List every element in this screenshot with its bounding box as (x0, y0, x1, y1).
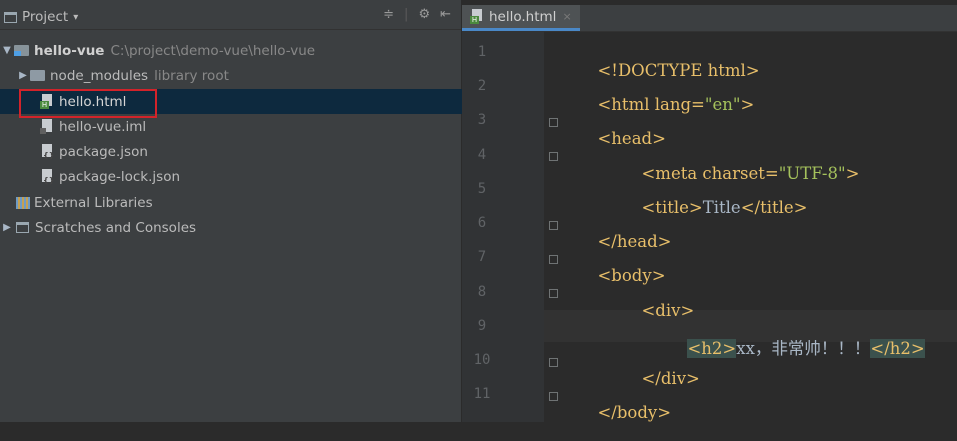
tree-item-label: package-lock.json (59, 168, 181, 185)
tree-item-hello-vue-iml[interactable]: hello-vue.iml (0, 114, 501, 139)
tree-item-hello-vue[interactable]: ▼ hello-vue C:\project\demo-vue\hello-vu… (0, 38, 461, 63)
project-title: Project (22, 9, 69, 25)
tree-item-package-json[interactable]: package.json (0, 139, 501, 164)
tree-item-external-libraries[interactable]: External Libraries (0, 190, 477, 215)
tree-item-hint: library root (154, 67, 229, 84)
json-file-icon (40, 169, 54, 185)
fold-marker-icon[interactable] (549, 289, 558, 298)
line-number: 3 (477, 112, 487, 128)
tree-item-node-modules[interactable]: ▶ node_modules library root (0, 63, 477, 88)
expand-arrow-icon[interactable]: ▶ (0, 222, 14, 233)
fold-marker-icon[interactable] (549, 221, 558, 230)
tree-item-label: hello-vue.iml (59, 118, 147, 135)
html-file-icon (470, 9, 484, 24)
line-number: 4 (477, 147, 487, 163)
line-number: 2 (477, 78, 487, 94)
tab-hello-html[interactable]: hello.html × (462, 5, 580, 31)
tree-item-label: hello-vue (34, 42, 105, 59)
json-file-icon (40, 144, 54, 160)
project-view-selector[interactable]: Project ▾ (4, 9, 78, 25)
code-line: </body> (597, 403, 672, 422)
project-toolbar: ≑ | ⚙ ⇤ (383, 7, 451, 22)
fold-marker-icon[interactable] (549, 118, 558, 127)
line-number: 6 (477, 215, 487, 231)
editor-gutter: 1 2 3 4 5 6 7 8 9 10 11 (462, 31, 558, 422)
fold-marker-icon[interactable] (549, 358, 558, 367)
line-number: 9 (477, 318, 487, 334)
libraries-icon (16, 196, 30, 209)
tree-item-label: Scratches and Consoles (35, 219, 197, 236)
folder-icon (30, 70, 45, 81)
scratches-icon (16, 222, 29, 233)
expand-arrow-icon[interactable]: ▼ (0, 45, 14, 56)
gear-icon[interactable]: ⚙ (418, 7, 430, 22)
line-number: 10 (473, 352, 491, 368)
toolbar-divider: | (404, 7, 409, 22)
line-number: 5 (477, 181, 487, 197)
editor-tab-bar: hello.html × (462, 5, 957, 32)
module-folder-icon (14, 45, 29, 56)
close-icon[interactable]: × (562, 10, 571, 23)
tree-item-label: External Libraries (34, 194, 153, 211)
line-number: 11 (473, 386, 491, 402)
chevron-down-icon: ▾ (73, 11, 79, 23)
editor-panel: hello.html × 1 2 3 4 5 6 7 8 9 10 11 <!D… (462, 0, 957, 422)
project-panel-header: Project ▾ ≑ | ⚙ ⇤ (0, 5, 461, 30)
line-number: 7 (477, 249, 487, 265)
project-panel: Project ▾ ≑ | ⚙ ⇤ ▼ hello-vue C:\project… (0, 0, 501, 422)
expand-arrow-icon[interactable]: ▶ (16, 70, 30, 81)
tree-item-path: C:\project\demo-vue\hello-vue (110, 42, 316, 59)
tree-item-label: node_modules (50, 67, 149, 84)
tree-item-label: package.json (59, 143, 148, 160)
tree-item-scratches[interactable]: ▶ Scratches and Consoles (0, 215, 461, 240)
tree-item-package-lock-json[interactable]: package-lock.json (0, 164, 501, 189)
line-number: 8 (477, 284, 487, 300)
fold-marker-icon[interactable] (549, 392, 558, 401)
hide-panel-icon[interactable]: ⇤ (440, 7, 451, 22)
iml-file-icon (40, 119, 54, 134)
fold-marker-icon[interactable] (549, 152, 558, 161)
fold-marker-icon[interactable] (549, 255, 558, 264)
tab-label: hello.html (489, 8, 557, 25)
collapse-all-icon[interactable]: ≑ (383, 7, 394, 22)
project-icon (4, 11, 17, 23)
line-number: 1 (477, 44, 487, 60)
